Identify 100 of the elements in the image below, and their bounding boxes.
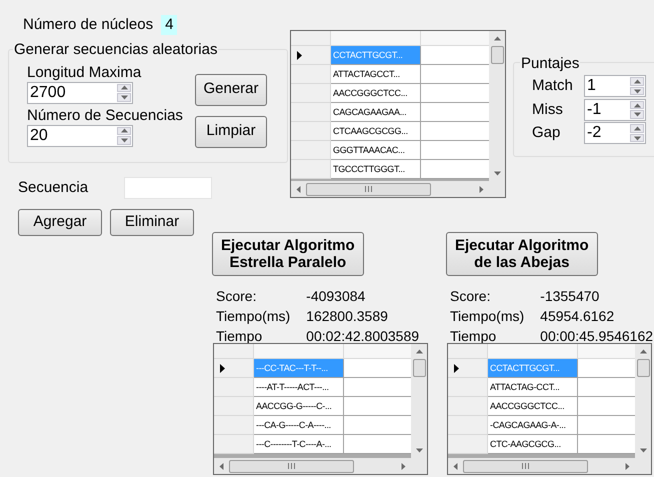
table-cell[interactable]: TGCCCTTGGGT...: [331, 160, 421, 179]
row-header-cell[interactable]: [214, 359, 254, 378]
row-header-cell[interactable]: [291, 122, 331, 141]
row-header-cell[interactable]: [448, 378, 488, 397]
table-cell[interactable]: [421, 160, 489, 179]
row-header-cell[interactable]: [291, 160, 331, 179]
table-cell[interactable]: ATTACTAGCCT...: [331, 65, 421, 84]
vertical-scrollbar[interactable]: [635, 344, 651, 458]
field-label: Gap: [532, 123, 562, 143]
spin-down-button[interactable]: [630, 86, 644, 96]
row-header-cell[interactable]: [291, 103, 331, 122]
down-arrow-icon: [634, 112, 640, 117]
table-cell[interactable]: ---C--------T-C----A-...: [254, 435, 344, 454]
spin-down-button[interactable]: [117, 93, 131, 102]
action-button[interactable]: Limpiar: [195, 116, 267, 148]
number-field[interactable]: 1: [584, 75, 646, 98]
table-cell[interactable]: [421, 65, 489, 84]
data-grid[interactable]: CCTACTTGCGT... ATTACTAGCCT... AACCGGGCTCC... CAGCAGAAGAA... CTCAAGCGCGG... GGGTTAAACAC... TGCCCTTGGGT...: [290, 30, 506, 198]
table-cell[interactable]: [578, 397, 635, 416]
number-field[interactable]: 20: [27, 124, 133, 146]
row-header-cell[interactable]: [214, 378, 254, 397]
stat-label: Tiempo(ms): [450, 307, 524, 326]
scrollbar-thumb[interactable]: [463, 460, 588, 472]
table-cell[interactable]: [344, 378, 411, 397]
table-cell[interactable]: [421, 122, 489, 141]
row-header-cell[interactable]: [448, 435, 488, 454]
row-header-cell[interactable]: [448, 359, 488, 378]
column-header[interactable]: [344, 344, 411, 359]
table-cell[interactable]: [578, 359, 635, 378]
scrollbar-thumb[interactable]: [229, 460, 354, 472]
scrollbar-thumb[interactable]: [490, 46, 504, 64]
action-button[interactable]: Generar: [195, 74, 267, 106]
vertical-scrollbar[interactable]: [489, 31, 505, 181]
table-cell[interactable]: GGGTTAAACAC...: [331, 141, 421, 160]
spin-down-button[interactable]: [630, 110, 644, 119]
table-cell[interactable]: [421, 84, 489, 103]
table-cell[interactable]: CAGCAGAAGAA...: [331, 103, 421, 122]
table-cell[interactable]: [344, 397, 411, 416]
number-field[interactable]: -1: [584, 98, 646, 121]
spin-up-button[interactable]: [630, 77, 644, 86]
vertical-scrollbar[interactable]: [411, 344, 427, 458]
row-header-cell[interactable]: [214, 416, 254, 435]
run-algorithm-button[interactable]: Ejecutar Algoritmo de las Abejas: [446, 232, 598, 276]
table-cell[interactable]: ATTACTAG-CCT...: [488, 378, 578, 397]
number-field[interactable]: -2: [584, 122, 646, 144]
spin-up-button[interactable]: [117, 84, 131, 92]
table-cell[interactable]: ----AT-T-----ACT---...: [254, 378, 344, 397]
table-cell[interactable]: CTC-AAGCGCG...: [488, 435, 578, 454]
spin-down-button[interactable]: [117, 136, 131, 144]
table-cell[interactable]: AACCGGGCTCC...: [488, 397, 578, 416]
spin-up-button[interactable]: [117, 126, 131, 135]
table-cell[interactable]: AACCGG-G-----C-...: [254, 397, 344, 416]
scrollbar-thumb[interactable]: [306, 182, 431, 196]
row-header-cell[interactable]: [448, 416, 488, 435]
table-cell[interactable]: [578, 416, 635, 435]
action-button[interactable]: Agregar: [18, 209, 102, 236]
row-header-cell[interactable]: [291, 84, 331, 103]
run-algorithm-button[interactable]: Ejecutar Algoritmo Estrella Paralelo: [212, 232, 364, 276]
row-header-cell[interactable]: [291, 65, 331, 84]
table-cell[interactable]: [421, 141, 489, 160]
column-header[interactable]: [578, 344, 635, 359]
horizontal-scrollbar[interactable]: [448, 458, 651, 474]
spin-down-button[interactable]: [630, 134, 644, 142]
column-header[interactable]: [421, 31, 489, 46]
row-header-cell[interactable]: [448, 397, 488, 416]
action-button[interactable]: Eliminar: [110, 209, 194, 236]
number-field[interactable]: 2700: [27, 82, 133, 104]
scrollbar-thumb[interactable]: [636, 359, 650, 377]
table-cell[interactable]: -CAGCAGAAG-A-...: [488, 416, 578, 435]
spin-up-button[interactable]: [630, 100, 644, 110]
table-cell[interactable]: [578, 378, 635, 397]
down-arrow-icon: [120, 94, 128, 100]
table-cell[interactable]: [344, 435, 411, 454]
stat-label: Score:: [450, 287, 492, 306]
down-arrow-icon: [120, 138, 128, 143]
table-cell[interactable]: CTCAAGCGCGG...: [331, 122, 421, 141]
table-cell[interactable]: [578, 435, 635, 454]
table-cell[interactable]: [421, 103, 489, 122]
row-header-cell[interactable]: [291, 141, 331, 160]
table-cell[interactable]: [344, 416, 411, 435]
row-header-cell[interactable]: [214, 397, 254, 416]
sequence-input[interactable]: [124, 176, 212, 199]
cores-value: 4: [161, 15, 178, 36]
scrollbar-thumb[interactable]: [412, 359, 426, 377]
data-grid[interactable]: ---CC-TAC---T-T--... ----AT-T-----ACT---... AACCGG-G-----C-... ---CA-G-----C-A----... ---C--------T-C----A-...: [213, 343, 428, 475]
table-cell[interactable]: AACCGGGCTCC...: [331, 84, 421, 103]
horizontal-scrollbar[interactable]: [291, 181, 505, 197]
horizontal-scrollbar[interactable]: [214, 458, 427, 474]
row-header-cell[interactable]: [214, 435, 254, 454]
scroll-up-arrow-icon: [640, 349, 646, 354]
table-cell[interactable]: ---CA-G-----C-A----...: [254, 416, 344, 435]
table-cell[interactable]: [421, 46, 489, 65]
data-grid[interactable]: CCTACTTGCGT... ATTACTAG-CCT... AACCGGGCTCC... -CAGCAGAAG-A-... CTC-AAGCGCG...: [447, 343, 652, 475]
stat-value: 00:02:42.8003589: [306, 327, 420, 346]
scroll-right-arrow-icon: [625, 462, 630, 470]
row-header-cell[interactable]: [291, 46, 331, 65]
spin-up-button[interactable]: [630, 124, 644, 133]
table-cell[interactable]: [344, 359, 411, 378]
field-label: Miss: [532, 100, 564, 120]
stat-value: 162800.3589: [306, 307, 389, 326]
